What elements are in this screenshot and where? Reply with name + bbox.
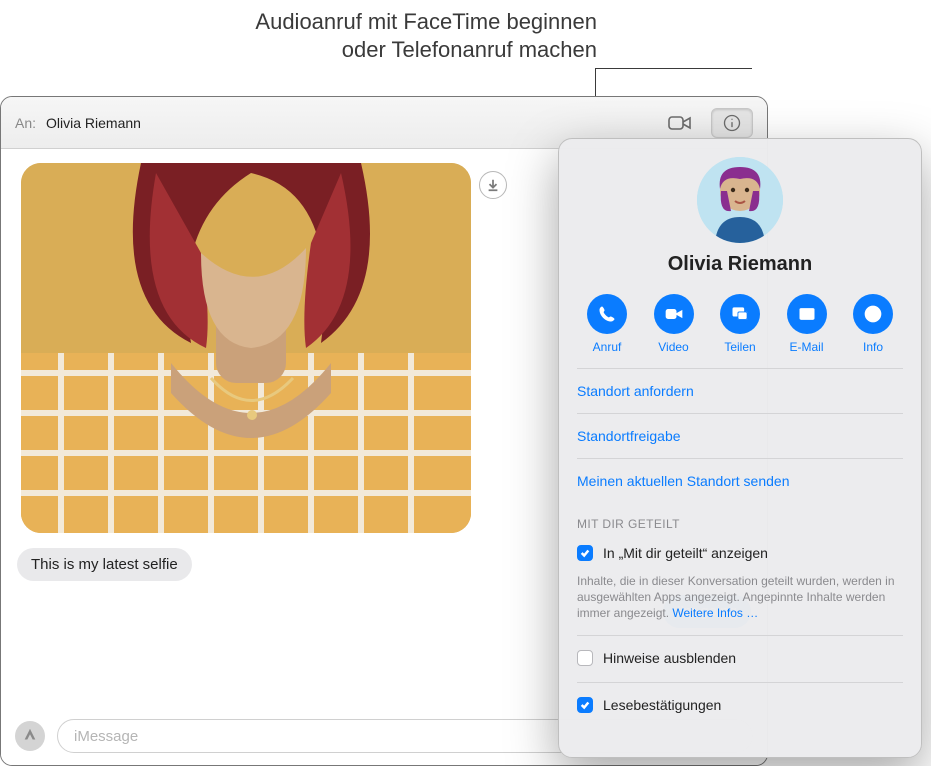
- link-share-location[interactable]: Standortfreigabe: [559, 414, 921, 458]
- label-show-in-shared: In „Mit dir geteilt“ anzeigen: [603, 545, 768, 561]
- contact-avatar[interactable]: [697, 157, 783, 243]
- to-label: An:: [15, 115, 36, 131]
- apps-button[interactable]: [15, 721, 45, 751]
- checkbox-hide-alerts[interactable]: [577, 650, 593, 666]
- details-info-button[interactable]: [711, 108, 753, 138]
- video-camera-icon: [668, 113, 692, 133]
- link-send-current-location[interactable]: Meinen aktuellen Standort senden: [559, 459, 921, 503]
- action-video[interactable]: Video: [646, 294, 702, 354]
- person-circle-icon: [853, 294, 893, 334]
- row-show-in-shared[interactable]: In „Mit dir geteilt“ anzeigen: [559, 539, 921, 565]
- action-video-label: Video: [658, 340, 688, 354]
- info-circle-icon: [720, 113, 744, 133]
- recipient-name: Olivia Riemann: [46, 115, 141, 131]
- incoming-photo-wrap: [21, 163, 471, 533]
- phone-icon: [587, 294, 627, 334]
- contact-name: Olivia Riemann: [559, 253, 921, 276]
- mail-icon: [787, 294, 827, 334]
- annotation-callout: Audioanruf mit FaceTime beginnen oder Te…: [255, 8, 597, 64]
- action-email-label: E-Mail: [789, 340, 823, 354]
- label-hide-alerts: Hinweise ausblenden: [603, 650, 736, 666]
- link-request-location[interactable]: Standort anfordern: [559, 369, 921, 413]
- facetime-video-button[interactable]: [659, 108, 701, 138]
- app-store-icon: [21, 728, 39, 744]
- video-icon: [654, 294, 694, 334]
- save-to-photos-button[interactable]: [479, 171, 507, 199]
- more-info-link[interactable]: Weitere Infos …: [672, 606, 758, 620]
- selfie-image: [21, 163, 471, 533]
- shared-section-header: MIT DIR GETEILT: [559, 503, 921, 539]
- contact-actions-row: Anruf Video Teilen E-Mail Info: [559, 276, 921, 368]
- incoming-message-bubble[interactable]: This is my latest selfie: [17, 548, 192, 581]
- incoming-photo-bubble[interactable]: [21, 163, 471, 533]
- action-share[interactable]: Teilen: [712, 294, 768, 354]
- action-call-label: Anruf: [593, 340, 622, 354]
- annotation-line2: oder Telefonanruf machen: [255, 36, 597, 64]
- action-share-label: Teilen: [724, 340, 755, 354]
- shared-help-text: Inhalte, die in dieser Konversation gete…: [559, 565, 921, 635]
- details-popover: Olivia Riemann Anruf Video Teilen E-Mail…: [558, 138, 922, 758]
- action-info-label: Info: [863, 340, 883, 354]
- share-screen-icon: [720, 294, 760, 334]
- action-call[interactable]: Anruf: [579, 294, 635, 354]
- action-info[interactable]: Info: [845, 294, 901, 354]
- annotation-line1: Audioanruf mit FaceTime beginnen: [255, 8, 597, 36]
- row-read-receipts[interactable]: Lesebestätigungen: [559, 683, 921, 717]
- checkbox-show-in-shared[interactable]: [577, 545, 593, 561]
- download-icon: [486, 178, 500, 192]
- checkbox-read-receipts[interactable]: [577, 697, 593, 713]
- row-hide-alerts[interactable]: Hinweise ausblenden: [559, 636, 921, 670]
- action-email[interactable]: E-Mail: [779, 294, 835, 354]
- avatar-image: [697, 157, 783, 243]
- label-read-receipts: Lesebestätigungen: [603, 697, 721, 713]
